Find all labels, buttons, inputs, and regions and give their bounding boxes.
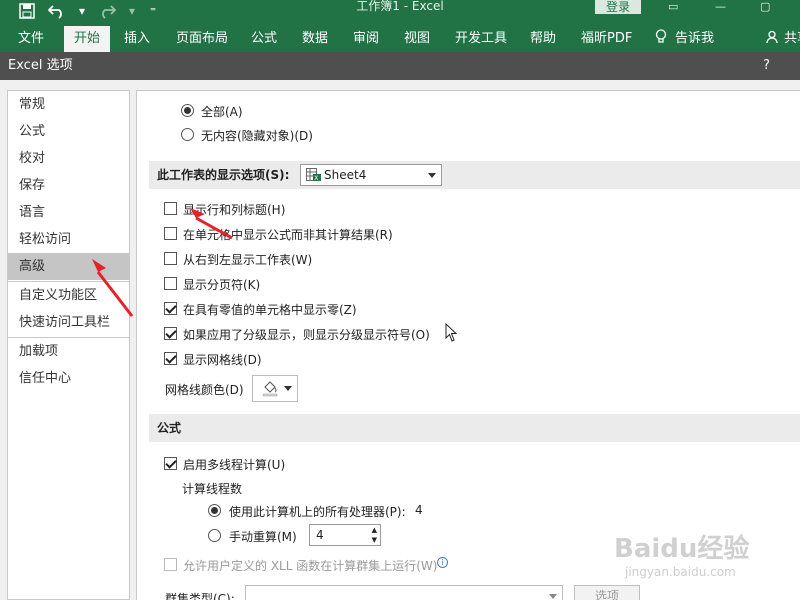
ribbon-display-icon[interactable]: ▭	[668, 0, 678, 13]
sheet-options-section-bg	[449, 161, 800, 189]
baidu-watermark-url: jingyan.baidu.com	[625, 565, 736, 579]
paint-bucket-icon	[261, 379, 279, 403]
multithread-label: 启用多线程计算(U)	[183, 458, 286, 472]
manual-threads-radio[interactable]	[208, 529, 221, 542]
processor-count-value: 4	[415, 503, 423, 517]
tab-file[interactable]: 文件	[18, 26, 44, 52]
tab-foxit-pdf[interactable]: 福昕PDF	[581, 26, 632, 52]
manual-threads-value: 4	[316, 528, 324, 542]
nav-item-add-ins[interactable]: 加载项	[8, 338, 129, 365]
nav-item-save[interactable]: 保存	[8, 172, 129, 199]
right-to-left-label: 从右到左显示工作表(W)	[183, 253, 313, 267]
options-nav: 常规 公式 校对 保存 语言 轻松访问 高级 自定义功能区 快速访问工具栏 加载…	[7, 90, 130, 600]
tab-data[interactable]: 数据	[302, 26, 328, 52]
nav-item-language[interactable]: 语言	[8, 199, 129, 226]
gridline-color-picker[interactable]	[252, 375, 298, 402]
share-label: 共享	[784, 31, 800, 46]
objects-none-radio[interactable]	[181, 128, 194, 141]
use-all-processors-label: 使用此计算机上的所有处理器(P):	[229, 505, 406, 519]
maximize-icon[interactable]: ▢	[760, 0, 770, 13]
tab-review[interactable]: 审阅	[353, 26, 379, 52]
dialog-title-bar: Excel 选项 ?	[0, 52, 800, 80]
page-breaks-label: 显示分页符(K)	[183, 278, 261, 292]
chevron-down-icon	[284, 386, 292, 391]
nav-item-trust-center[interactable]: 信任中心	[8, 365, 129, 392]
login-button[interactable]: 登录	[595, 0, 641, 14]
manual-threads-stepper[interactable]: 4 ▲ ▼	[309, 524, 381, 546]
formulas-section-header: 公式	[149, 414, 800, 442]
chevron-down-icon	[428, 173, 436, 178]
sheet-options-label: 此工作表的显示选项(S):	[157, 168, 290, 182]
cluster-type-select[interactable]	[245, 585, 563, 600]
nav-item-accessibility[interactable]: 轻松访问	[8, 226, 129, 253]
dialog-body: 常规 公式 校对 保存 语言 轻松访问 高级 自定义功能区 快速访问工具栏 加载…	[0, 80, 800, 600]
tab-page-layout[interactable]: 页面布局	[176, 26, 228, 52]
minimize-icon[interactable]: —	[715, 0, 726, 13]
outline-symbols-label: 如果应用了分级显示，则显示分级显示符号(O)	[183, 328, 430, 342]
manual-threads-label: 手动重算(M)	[229, 530, 297, 544]
right-to-left-checkbox[interactable]	[164, 252, 177, 265]
objects-none-label: 无内容(隐藏对象)(D)	[201, 129, 313, 143]
nav-item-formulas[interactable]: 公式	[8, 118, 129, 145]
thread-count-label: 计算线程数	[182, 482, 243, 496]
info-icon: i	[437, 557, 448, 568]
objects-all-radio[interactable]	[181, 104, 194, 117]
nav-item-proofing[interactable]: 校对	[8, 145, 129, 172]
show-gridlines-checkbox[interactable]	[164, 352, 177, 365]
tab-formulas[interactable]: 公式	[251, 26, 277, 52]
lightbulb-icon	[655, 26, 667, 52]
show-headers-label: 显示行和列标题(H)	[183, 203, 286, 217]
stepper-down-icon[interactable]: ▼	[372, 536, 377, 545]
tab-developer[interactable]: 开发工具	[455, 26, 507, 52]
xll-cluster-checkbox[interactable]	[164, 558, 177, 571]
show-zero-checkbox[interactable]	[164, 302, 177, 315]
tab-tell-me[interactable]: 告诉我	[655, 26, 714, 52]
objects-all-label: 全部(A)	[201, 105, 243, 119]
show-formulas-label: 在单元格中显示公式而非其计算结果(R)	[183, 228, 393, 242]
tab-share[interactable]: 共享	[766, 26, 800, 52]
dialog-title: Excel 选项	[8, 58, 73, 73]
svg-text:X: X	[314, 175, 318, 182]
xll-cluster-label: 允许用户定义的 XLL 函数在计算群集上运行(W)	[183, 559, 438, 573]
nav-item-quick-access-toolbar[interactable]: 快速访问工具栏	[8, 309, 129, 336]
baidu-watermark: Baidu经验	[614, 534, 750, 564]
cluster-options-button[interactable]: 选项	[574, 585, 640, 600]
tab-help[interactable]: 帮助	[530, 26, 556, 52]
stepper-up-icon[interactable]: ▲	[372, 526, 377, 535]
show-formulas-checkbox[interactable]	[164, 227, 177, 240]
sheet-icon: X	[306, 168, 322, 188]
person-icon	[766, 30, 784, 46]
outline-symbols-checkbox[interactable]	[164, 327, 177, 340]
page-breaks-checkbox[interactable]	[164, 277, 177, 290]
window-title: 工作簿1 - Excel	[356, 0, 444, 13]
tab-home[interactable]: 开始	[64, 26, 111, 52]
cluster-type-label: 群集类型(C):	[165, 592, 235, 600]
nav-item-customize-ribbon[interactable]: 自定义功能区	[8, 282, 129, 309]
chevron-down-icon	[549, 594, 557, 599]
help-button[interactable]: ?	[763, 52, 770, 80]
tell-me-label: 告诉我	[675, 31, 715, 46]
gridline-color-label: 网格线颜色(D)	[165, 383, 244, 397]
sheet-select-value: Sheet4	[324, 168, 367, 182]
tab-view[interactable]: 视图	[404, 26, 430, 52]
advanced-options-panel: 全部(A) 无内容(隐藏对象)(D) 此工作表的显示选项(S): X Sheet…	[136, 90, 800, 600]
ribbon-tab-bar: 文件 开始 插入 页面布局 公式 数据 审阅 视图 开发工具 帮助 福昕PDF …	[0, 22, 800, 52]
tab-insert[interactable]: 插入	[124, 26, 150, 52]
show-gridlines-label: 显示网格线(D)	[183, 353, 262, 367]
nav-item-general[interactable]: 常规	[8, 91, 129, 118]
multithread-checkbox[interactable]	[164, 457, 177, 470]
show-headers-checkbox[interactable]	[164, 202, 177, 215]
show-zero-label: 在具有零值的单元格中显示零(Z)	[183, 303, 357, 317]
nav-item-advanced[interactable]: 高级	[8, 253, 129, 280]
sheet-select[interactable]: X Sheet4	[300, 164, 442, 186]
excel-title-bar: ▾ ▾ ⁼ 工作簿1 - Excel 登录 ▭ — ▢	[0, 0, 800, 22]
mouse-cursor	[445, 323, 458, 342]
use-all-processors-radio[interactable]	[208, 504, 221, 517]
